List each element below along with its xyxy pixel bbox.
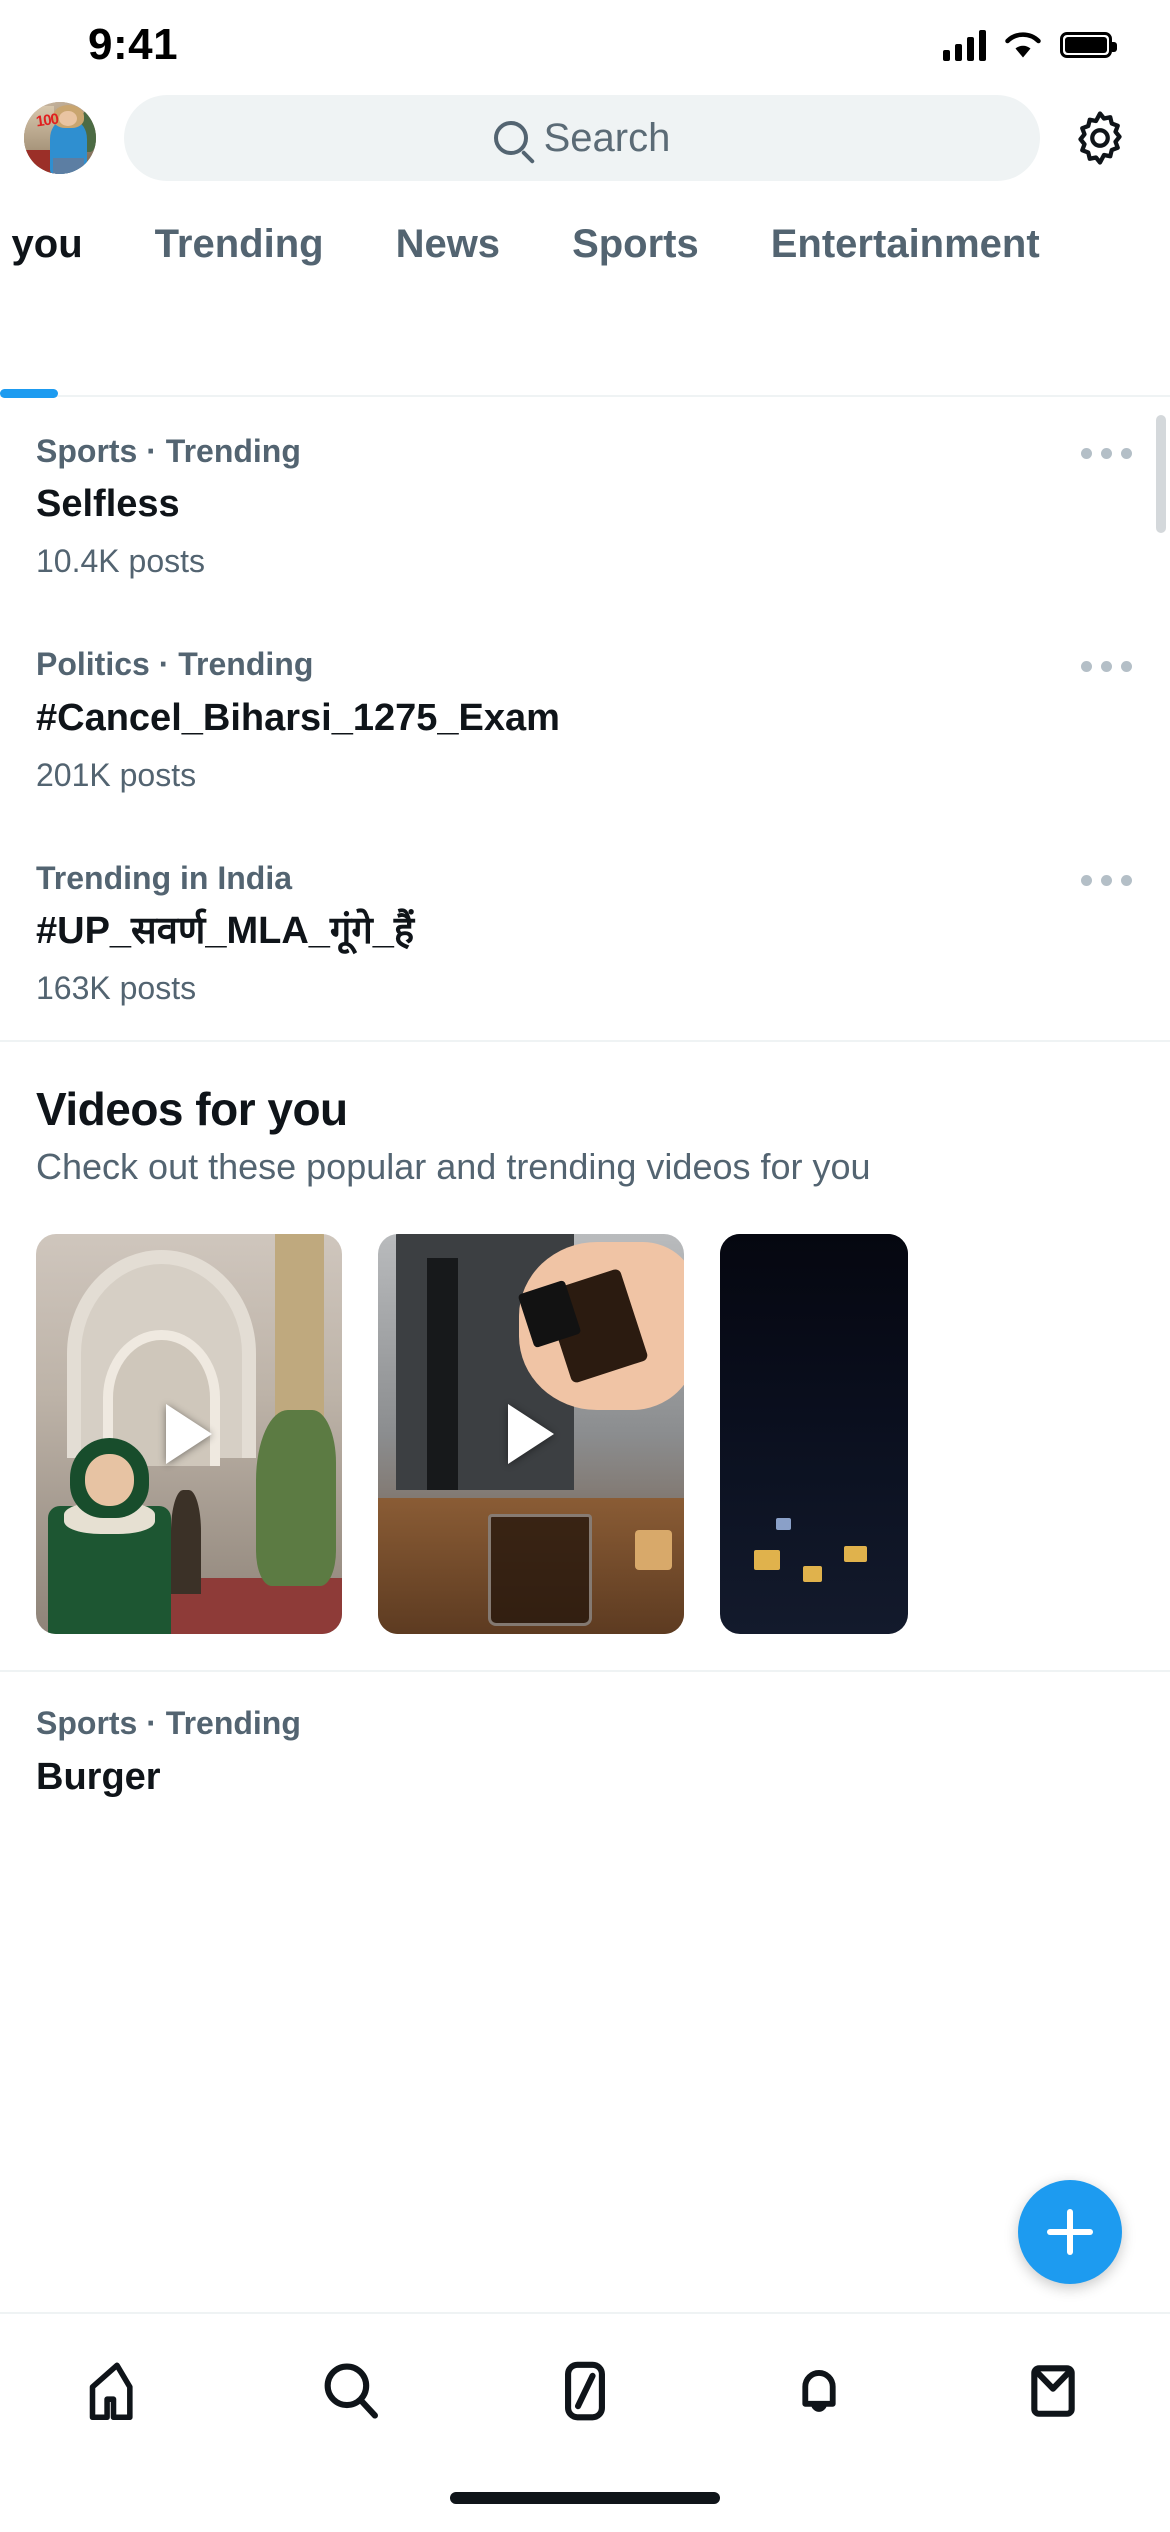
trend-item[interactable]: Politics · Trending #Cancel_Biharsi_1275… [0, 613, 1170, 826]
app-root: 9:41 100 Search For you Trendi [0, 0, 1170, 2532]
status-bar-icons [943, 29, 1117, 61]
tab-active-indicator [0, 389, 58, 398]
videos-for-you-section: Videos for you Check out these popular a… [0, 1042, 1170, 1670]
grok-slash-icon [565, 2361, 605, 2421]
gear-icon[interactable] [1070, 108, 1130, 168]
nav-grok[interactable] [525, 2348, 645, 2434]
tab-sports[interactable]: Sports [536, 186, 735, 302]
play-icon [166, 1404, 212, 1465]
envelope-icon [1031, 2365, 1075, 2417]
video-thumbnail-hallway-kid[interactable] [36, 1234, 342, 1635]
trend-category: Sports · Trending [36, 1705, 301, 1742]
search-icon [324, 2363, 378, 2419]
signal-bars-icon [943, 29, 986, 61]
nav-notifications[interactable] [759, 2348, 879, 2434]
trend-title: Selfless [36, 483, 180, 526]
battery-full-icon [1060, 32, 1117, 58]
plus-icon [1067, 2209, 1073, 2255]
nav-search[interactable] [291, 2348, 411, 2434]
tab-news[interactable]: News [360, 186, 537, 302]
more-horizontal-icon[interactable] [1081, 661, 1132, 673]
nav-messages[interactable] [993, 2348, 1113, 2434]
search-icon [493, 121, 528, 155]
avatar[interactable]: 100 [24, 102, 96, 174]
tab-entertainment[interactable]: Entertainment [735, 186, 1076, 302]
trend-title: #UP_सवर्ण_MLA_गूंगे_हैं [36, 910, 415, 953]
wifi-icon [1005, 32, 1041, 58]
trend-category: Politics · Trending [36, 646, 314, 683]
compose-fab-button[interactable] [1018, 2180, 1122, 2284]
trend-category: Trending in India [36, 859, 292, 896]
videos-carousel[interactable] [0, 1188, 1170, 1670]
trend-post-count: 201K posts [36, 756, 197, 793]
trends-list: Sports · Trending Selfless 10.4K posts P… [0, 400, 1170, 1854]
home-icon [89, 2362, 133, 2421]
trend-title: Burger [36, 1755, 161, 1798]
category-tabs[interactable]: For you Trending News Sports Entertainme… [0, 186, 1170, 302]
tabs-divider [0, 395, 1170, 397]
tab-trending[interactable]: Trending [119, 186, 360, 302]
bell-icon [802, 2370, 836, 2412]
search-input[interactable]: Search [124, 95, 1040, 181]
status-bar: 9:41 [0, 0, 1170, 90]
trend-category: Sports · Trending [36, 433, 301, 469]
videos-section-title: Videos for you [36, 1083, 348, 1136]
trend-post-count: 10.4K posts [36, 543, 205, 580]
more-horizontal-icon[interactable] [1081, 448, 1132, 459]
trend-post-count: 163K posts [36, 970, 197, 1007]
home-indicator [450, 2492, 720, 2504]
tab-for-you[interactable]: For you [0, 186, 119, 302]
trend-item[interactable]: Trending in India #UP_सवर्ण_MLA_गूंगे_है… [0, 827, 1170, 1040]
trend-item[interactable]: Sports · Trending Selfless 10.4K posts [0, 400, 1170, 613]
video-thumbnail-night-city[interactable] [720, 1234, 908, 1635]
search-placeholder: Search [543, 115, 671, 160]
video-thumbnail-coffee-pour[interactable] [378, 1234, 684, 1635]
nav-home[interactable] [57, 2348, 177, 2434]
top-app-bar: 100 Search [0, 90, 1170, 186]
play-icon [508, 1404, 554, 1465]
status-bar-time: 9:41 [88, 20, 179, 69]
avatar-badge-label: 100 [34, 110, 59, 131]
more-horizontal-icon[interactable] [1081, 874, 1132, 886]
trend-title: #Cancel_Biharsi_1275_Exam [36, 696, 560, 739]
trend-item[interactable]: Sports · Trending Burger [0, 1672, 1170, 1854]
videos-section-subtitle: Check out these popular and trending vid… [36, 1146, 871, 1188]
